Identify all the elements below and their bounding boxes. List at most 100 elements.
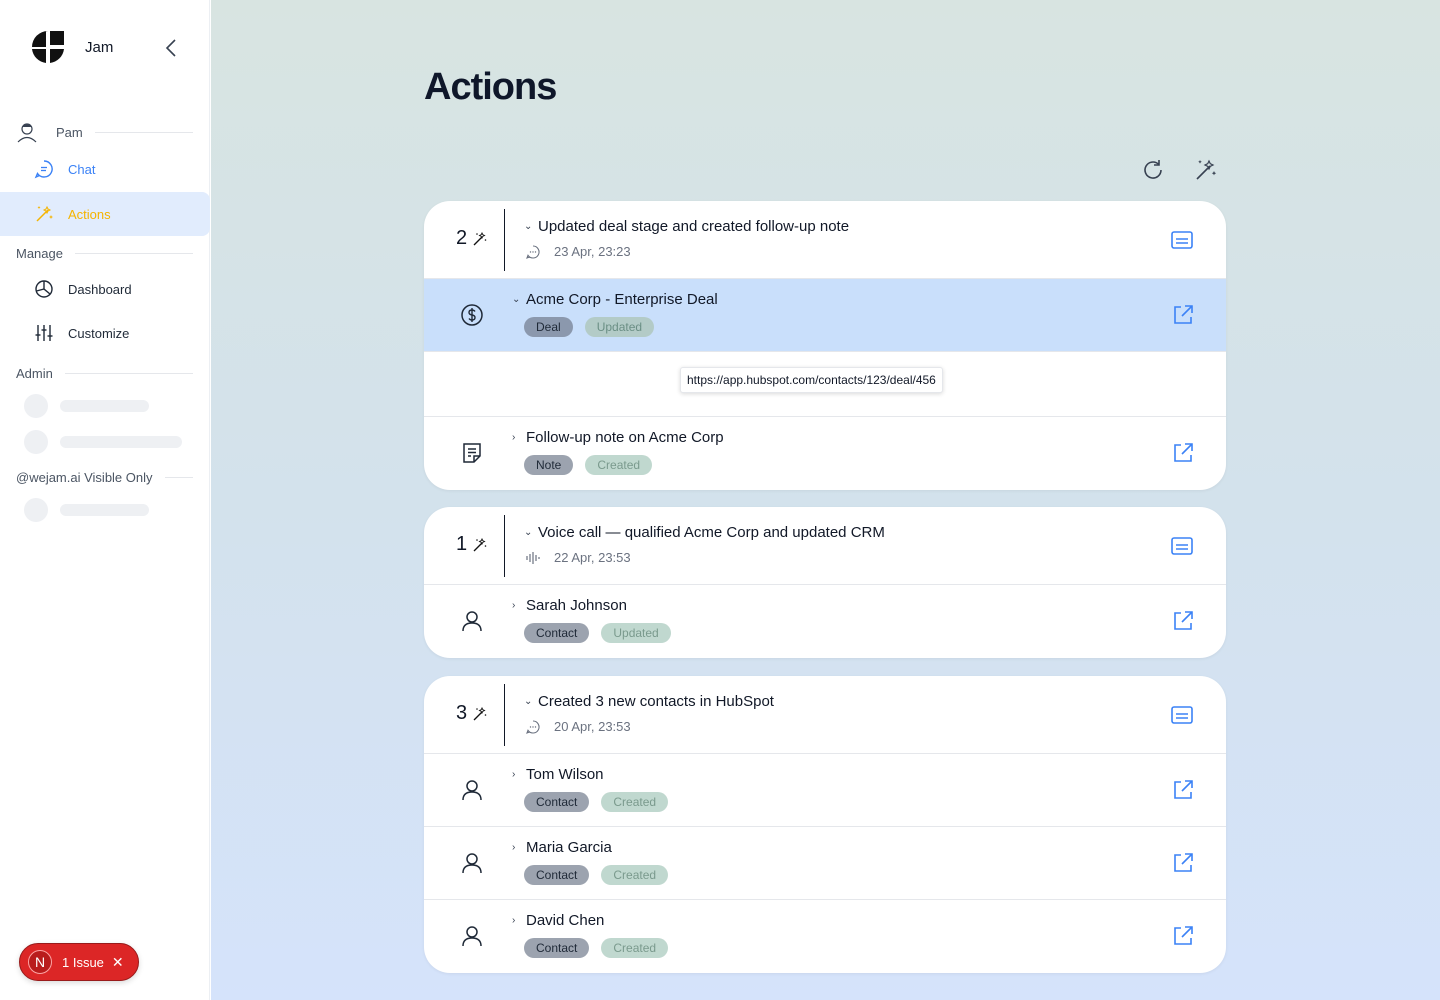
- tag-list: Contact Updated: [524, 623, 671, 643]
- external-link-icon[interactable]: [1172, 779, 1194, 801]
- type-badge: Deal: [524, 317, 573, 337]
- action-group-title[interactable]: ⌄ Voice call — qualified Acme Corp and u…: [524, 524, 885, 541]
- action-item-title[interactable]: ⌄ Acme Corp - Enterprise Deal: [512, 291, 718, 308]
- status-badge: Updated: [584, 317, 655, 337]
- divider: [504, 209, 505, 271]
- note-icon: [463, 443, 481, 463]
- action-item-title-text: Acme Corp - Enterprise Deal: [526, 291, 718, 308]
- action-group-title[interactable]: ⌄ Updated deal stage and created follow-…: [524, 218, 849, 235]
- action-row[interactable]: › Tom Wilson Contact Created: [424, 754, 1226, 827]
- manage-section-header: Manage: [16, 246, 193, 261]
- action-timestamp: 23 Apr, 23:23: [554, 244, 631, 259]
- nav-chat-label: Chat: [68, 161, 96, 177]
- chevron-down-icon: ⌄: [524, 221, 533, 232]
- external-link-icon[interactable]: [1172, 304, 1194, 326]
- magic-wand-icon: [34, 204, 54, 224]
- refresh-icon[interactable]: [1141, 158, 1165, 182]
- action-item-title-text: Tom Wilson: [526, 766, 604, 783]
- nav-item-customize[interactable]: Customize: [0, 311, 210, 355]
- type-badge: Contact: [524, 938, 590, 958]
- collapse-sidebar-icon[interactable]: [162, 38, 180, 58]
- action-row[interactable]: › David Chen Contact Created: [424, 900, 1226, 973]
- visible-section-header: @wejam.ai Visible Only: [16, 470, 193, 485]
- user-name: Pam: [56, 124, 83, 140]
- action-row[interactable]: › Maria Garcia Contact Created: [424, 827, 1226, 900]
- manage-label: Manage: [16, 246, 63, 261]
- action-count-value: 1: [456, 533, 468, 555]
- action-group-title[interactable]: ⌄ Created 3 new contacts in HubSpot: [524, 693, 774, 710]
- visible-label: @wejam.ai Visible Only: [16, 470, 153, 485]
- chat-bubble-icon: [526, 244, 540, 259]
- chevron-down-icon: ⌄: [524, 527, 533, 538]
- page-title: Actions: [424, 66, 557, 108]
- action-count-value: 2: [456, 227, 468, 249]
- action-item-title[interactable]: › Maria Garcia: [512, 839, 612, 856]
- divider: [94, 131, 193, 133]
- transcript-icon[interactable]: [1170, 535, 1194, 557]
- waveform-icon: [526, 551, 540, 564]
- action-count-value: 3: [456, 702, 468, 724]
- sliders-icon: [34, 323, 54, 343]
- person-icon: [462, 853, 482, 874]
- transcript-icon[interactable]: [1170, 704, 1194, 726]
- action-row[interactable]: ⌄ Acme Corp - Enterprise Deal Deal Updat…: [424, 279, 1226, 352]
- transcript-icon[interactable]: [1170, 229, 1194, 251]
- person-icon: [462, 611, 482, 632]
- action-item-title[interactable]: › David Chen: [512, 912, 604, 929]
- brand[interactable]: Jam: [32, 31, 113, 63]
- type-badge: Contact: [524, 792, 590, 812]
- magic-wand-icon[interactable]: [1194, 158, 1218, 182]
- action-group-title-text: Created 3 new contacts in HubSpot: [538, 693, 774, 710]
- action-row[interactable]: › Sarah Johnson Contact Updated: [424, 585, 1226, 658]
- action-item-title[interactable]: › Tom Wilson: [512, 766, 604, 783]
- main-content: Actions 2 ⌄ Updated deal stage and creat…: [211, 0, 1440, 1000]
- action-group: 2 ⌄ Updated deal stage and created follo…: [424, 201, 1226, 490]
- user-avatar-icon: [17, 123, 37, 143]
- chevron-right-icon: ›: [512, 769, 516, 780]
- status-badge: Created: [601, 865, 669, 885]
- url-preview-row: https://app.hubspot.com/contacts/123/dea…: [424, 352, 1226, 417]
- divider: [74, 253, 193, 254]
- nav-item-chat[interactable]: Chat: [0, 147, 210, 191]
- action-group-meta: 22 Apr, 23:53: [526, 550, 631, 565]
- action-group-header[interactable]: 1 ⌄ Voice call — qualified Acme Corp and…: [424, 507, 1226, 585]
- close-icon[interactable]: ✕: [112, 954, 124, 971]
- action-row[interactable]: › Follow-up note on Acme Corp Note Creat…: [424, 417, 1226, 490]
- external-link-icon[interactable]: [1172, 610, 1194, 632]
- nav-item-actions[interactable]: Actions: [0, 192, 210, 236]
- action-count: 1: [456, 533, 487, 556]
- tag-list: Contact Created: [524, 792, 669, 812]
- chevron-down-icon: ⌄: [524, 696, 533, 707]
- action-item-title-text: Maria Garcia: [526, 839, 612, 856]
- nav-item-dashboard[interactable]: Dashboard: [0, 267, 210, 311]
- external-link-icon[interactable]: [1172, 852, 1194, 874]
- action-item-title-text: Sarah Johnson: [526, 597, 627, 614]
- app-name: Jam: [85, 38, 114, 56]
- type-badge: Contact: [524, 623, 590, 643]
- issue-badge[interactable]: N 1 Issue ✕: [19, 943, 139, 981]
- tag-list: Contact Created: [524, 938, 669, 958]
- magic-wand-icon: [473, 231, 487, 245]
- pie-chart-icon: [34, 279, 54, 299]
- divider: [504, 515, 505, 577]
- sidebar: Jam Pam Chat Actions Manage Dashboard Cu…: [0, 0, 210, 1000]
- action-item-title-text: David Chen: [526, 912, 605, 929]
- action-count: 2: [456, 227, 487, 250]
- type-badge: Contact: [524, 865, 590, 885]
- external-link-icon[interactable]: [1172, 925, 1194, 947]
- action-item-title[interactable]: › Sarah Johnson: [512, 597, 627, 614]
- chevron-right-icon: ›: [512, 915, 516, 926]
- external-link-icon[interactable]: [1172, 442, 1194, 464]
- action-group: 1 ⌄ Voice call — qualified Acme Corp and…: [424, 507, 1226, 658]
- action-group-header[interactable]: 3 ⌄ Created 3 new contacts in HubSpot 20…: [424, 676, 1226, 754]
- status-badge: Created: [601, 792, 669, 812]
- action-group-meta: 20 Apr, 23:53: [526, 719, 631, 734]
- action-group-header[interactable]: 2 ⌄ Updated deal stage and created follo…: [424, 201, 1226, 279]
- action-item-title[interactable]: › Follow-up note on Acme Corp: [512, 429, 724, 446]
- issue-label: 1 Issue: [62, 954, 104, 970]
- chevron-right-icon: ›: [512, 842, 516, 853]
- action-item-title-text: Follow-up note on Acme Corp: [526, 429, 724, 446]
- divider: [64, 373, 193, 374]
- person-icon: [462, 926, 482, 947]
- status-badge: Created: [601, 938, 669, 958]
